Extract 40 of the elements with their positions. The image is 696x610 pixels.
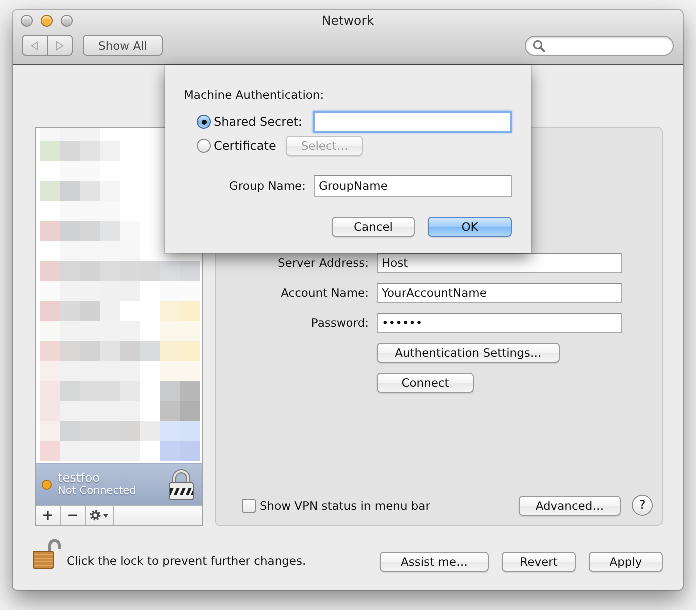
- checkbox-label: Show VPN status in menu bar: [260, 498, 430, 512]
- service-name: testfoo: [58, 471, 101, 485]
- radio-button[interactable]: [197, 115, 211, 129]
- password-field[interactable]: ••••••: [377, 313, 622, 333]
- field-label: Group Name:: [230, 179, 306, 193]
- lock-hint-text: Click the lock to prevent further changes.: [67, 553, 306, 570]
- sheet-title: Machine Authentication:: [184, 87, 324, 103]
- caret-icon: [103, 514, 109, 518]
- padlock-icon: [168, 468, 195, 500]
- account-name-field[interactable]: YourAccountName: [377, 283, 622, 303]
- field-label: Password:: [310, 316, 369, 330]
- gear-icon: [90, 510, 101, 521]
- group-name-field[interactable]: GroupName: [314, 175, 512, 197]
- apply-button[interactable]: Apply: [589, 552, 663, 572]
- connect-button[interactable]: Connect: [377, 373, 474, 393]
- shared-secret-field[interactable]: [313, 111, 512, 133]
- search-field[interactable]: [525, 36, 674, 56]
- left-triangle-icon: [31, 40, 39, 50]
- server-address-field[interactable]: Host: [377, 253, 622, 273]
- checkbox[interactable]: [242, 498, 256, 512]
- minimize-button[interactable]: [41, 15, 53, 27]
- assist-me-button[interactable]: Assist me…: [380, 552, 489, 572]
- cancel-button[interactable]: Cancel: [332, 217, 415, 237]
- remove-button[interactable]: −: [61, 506, 86, 525]
- ok-button[interactable]: OK: [428, 217, 512, 237]
- help-button[interactable]: ?: [632, 495, 653, 516]
- search-icon: [533, 40, 545, 52]
- window-title: Network: [322, 12, 374, 30]
- field-label: Server Address:: [276, 256, 369, 270]
- add-button[interactable]: +: [36, 506, 61, 525]
- service-status: Not Connected: [58, 485, 136, 498]
- show-all-button[interactable]: Show All: [83, 35, 163, 56]
- padlock-icon[interactable]: [33, 539, 61, 569]
- authentication-settings-button[interactable]: Authentication Settings…: [377, 343, 560, 363]
- radio-label: Certificate: [214, 139, 276, 153]
- right-triangle-icon: [56, 40, 64, 50]
- advanced-button[interactable]: Advanced…: [519, 496, 621, 516]
- radio-label: Shared Secret:: [214, 115, 302, 129]
- field-label: Account Name:: [280, 286, 369, 300]
- revert-button[interactable]: Revert: [502, 552, 576, 572]
